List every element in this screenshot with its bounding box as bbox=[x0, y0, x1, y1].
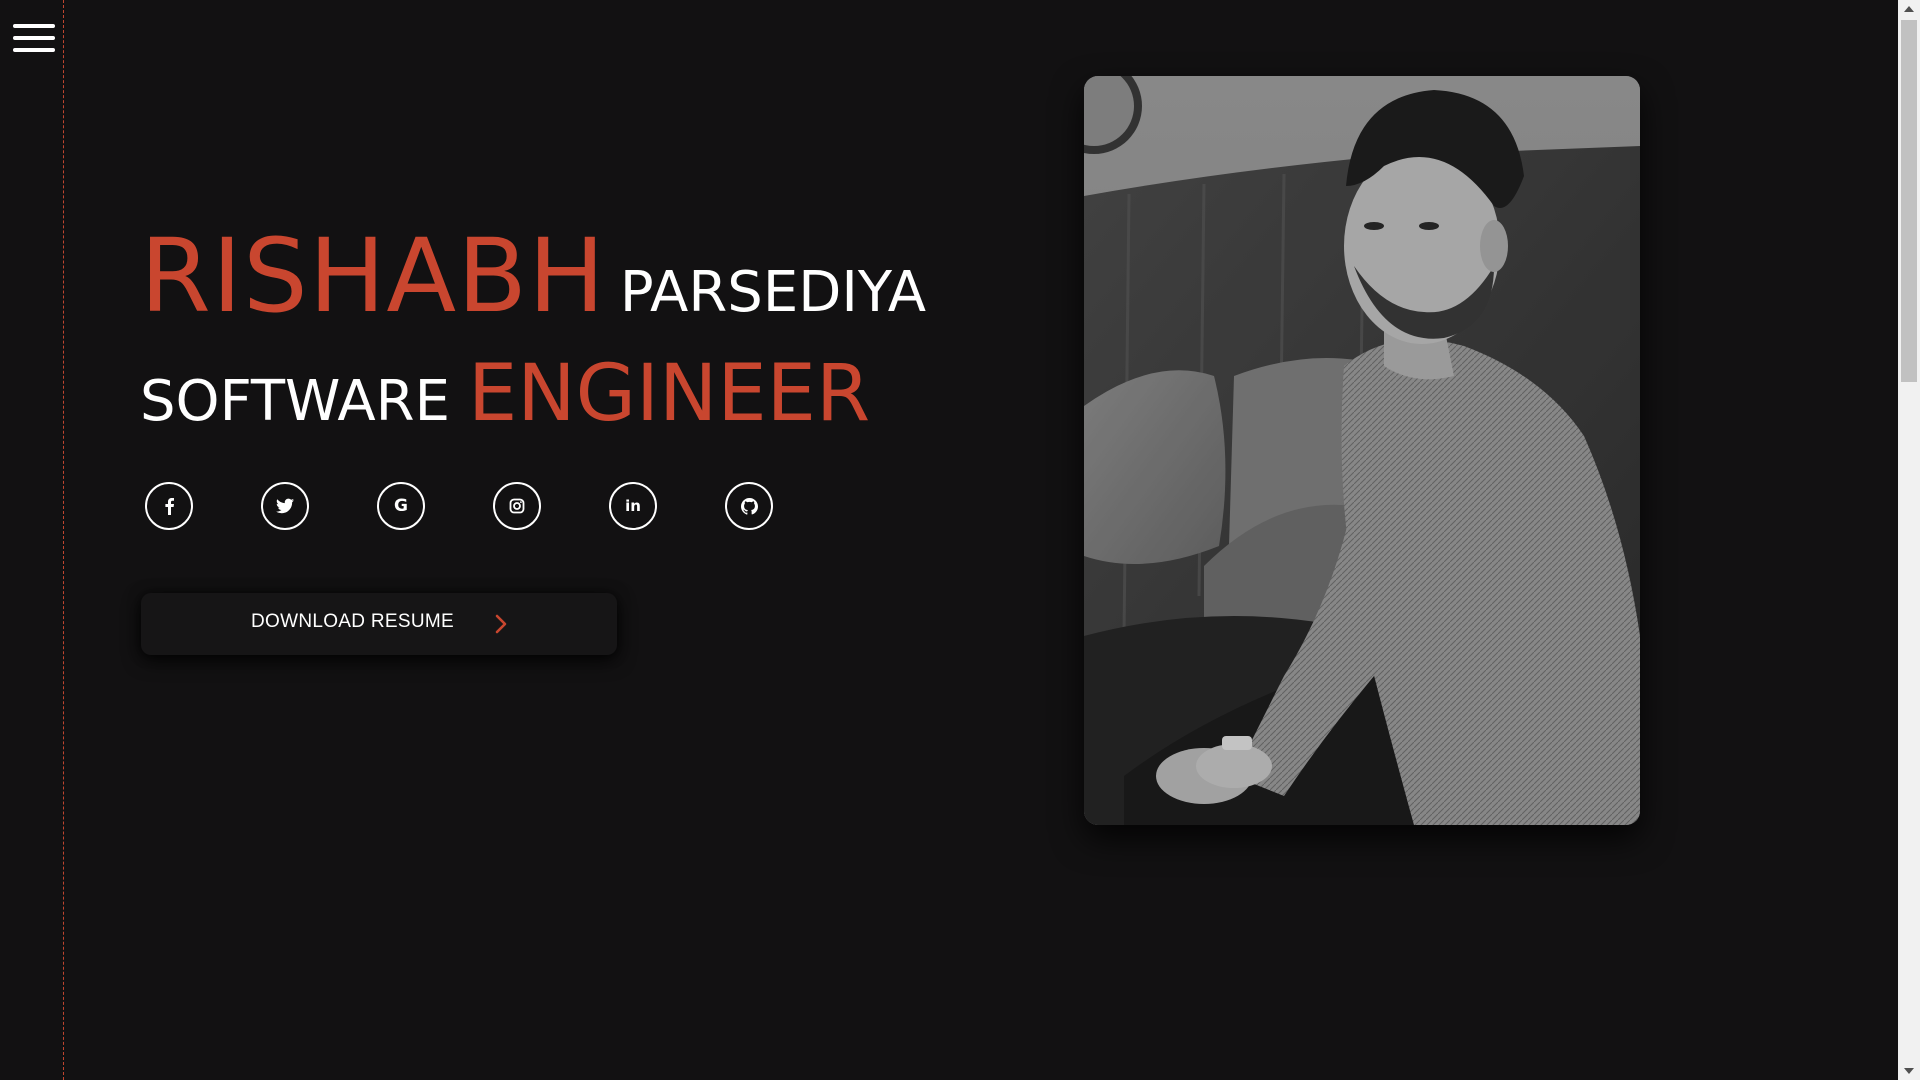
hero-name: RISHABH PARSEDIYA bbox=[140, 222, 926, 332]
hamburger-line bbox=[13, 36, 55, 40]
download-resume-button[interactable]: DOWNLOAD RESUME bbox=[141, 593, 617, 655]
hamburger-line bbox=[13, 24, 55, 28]
chevron-right-icon bbox=[494, 613, 508, 639]
last-name: PARSEDIYA bbox=[619, 260, 926, 325]
google-icon: G bbox=[394, 495, 408, 516]
twitter-icon bbox=[276, 498, 294, 514]
sidebar bbox=[0, 0, 64, 1080]
scroll-up-arrow-icon[interactable] bbox=[1898, 0, 1920, 18]
facebook-icon bbox=[163, 497, 175, 515]
vertical-scrollbar[interactable] bbox=[1898, 0, 1920, 1080]
twitter-link[interactable] bbox=[261, 482, 309, 530]
instagram-icon bbox=[509, 498, 525, 514]
github-icon bbox=[740, 497, 758, 515]
social-links: G in bbox=[145, 482, 785, 530]
title-software: SOFTWARE bbox=[140, 369, 450, 434]
first-name: RISHABH bbox=[140, 217, 606, 336]
google-link[interactable]: G bbox=[377, 482, 425, 530]
profile-photo bbox=[1084, 76, 1640, 825]
github-link[interactable] bbox=[725, 482, 773, 530]
scrollbar-thumb[interactable] bbox=[1901, 20, 1917, 382]
linkedin-link[interactable]: in bbox=[609, 482, 657, 530]
page: RISHABH PARSEDIYA SOFTWARE ENGINEER G in… bbox=[0, 0, 1920, 1080]
hamburger-menu-icon[interactable] bbox=[13, 24, 55, 54]
instagram-link[interactable] bbox=[493, 482, 541, 530]
hero-title: SOFTWARE ENGINEER bbox=[140, 350, 870, 446]
title-engineer: ENGINEER bbox=[467, 349, 871, 439]
linkedin-icon: in bbox=[625, 496, 641, 515]
hamburger-line bbox=[13, 48, 55, 52]
facebook-link[interactable] bbox=[145, 482, 193, 530]
download-resume-label: DOWNLOAD RESUME bbox=[251, 611, 454, 632]
scroll-down-arrow-icon[interactable] bbox=[1898, 1062, 1920, 1080]
